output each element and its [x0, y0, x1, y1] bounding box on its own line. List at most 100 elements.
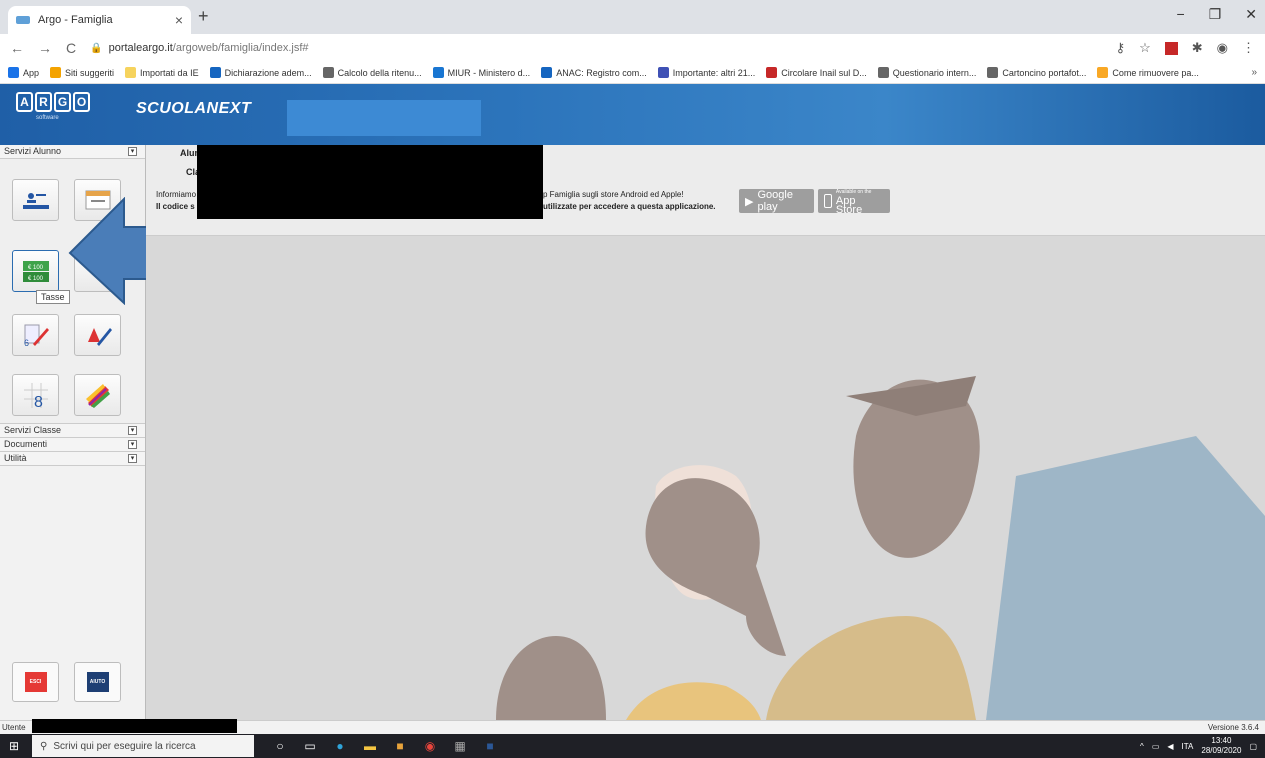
bookmark-icon [50, 67, 62, 78]
expand-icon[interactable]: ▾ [128, 426, 137, 435]
word-icon[interactable]: ■ [480, 736, 500, 756]
bookmark-label: MIUR - Ministero d... [447, 67, 531, 78]
orario-button[interactable]: 8 [12, 374, 59, 416]
pencil-grade-icon: 6 [24, 324, 49, 348]
network-icon[interactable]: ▭ [1152, 742, 1160, 751]
bottom-buttons: ESCI AIUTO [0, 662, 146, 702]
bookmark-item[interactable]: Circolare Inail sul D... [766, 67, 867, 78]
language-indicator[interactable]: ITA [1182, 742, 1194, 751]
bookmark-item[interactable]: Siti suggeriti [50, 67, 114, 78]
file-explorer-icon[interactable]: ▬ [360, 736, 380, 756]
menu-icon[interactable]: ⋮ [1242, 40, 1255, 56]
toolbar-icons: ⚷ ☆ ✱ ◉ ⋮ [1116, 40, 1255, 56]
family-illustration-icon [496, 376, 1265, 720]
bookmark-icon [432, 67, 444, 78]
redacted-area [197, 145, 543, 219]
money-icon: € 100 € 100 [22, 261, 49, 282]
close-window-button[interactable]: ✕ [1245, 6, 1257, 23]
tasse-button[interactable]: € 100 € 100 [12, 250, 59, 292]
note-button[interactable] [74, 314, 121, 356]
bookmark-icon [8, 67, 19, 78]
tab-close-icon[interactable]: × [175, 12, 183, 28]
tray-chevron-icon[interactable]: ^ [1140, 742, 1144, 751]
collapse-icon[interactable]: ▾ [128, 147, 137, 156]
bookmark-label: Importati da IE [140, 67, 199, 78]
bookmark-label: Siti suggeriti [65, 67, 115, 78]
grid-eight-icon: 8 [23, 383, 48, 409]
url-path: /argoweb/famiglia/index.jsf# [172, 42, 309, 54]
bookmark-label: Dichiarazione adem... [224, 67, 312, 78]
volume-icon[interactable]: ◀ [1167, 742, 1173, 751]
bookmark-item[interactable]: ANAC: Registro com... [541, 67, 647, 78]
section-utilita[interactable]: Utilità ▾ [0, 452, 145, 466]
profile-icon[interactable]: ◉ [1217, 40, 1228, 56]
expand-icon[interactable]: ▾ [128, 454, 137, 463]
aiuto-button[interactable]: AIUTO [74, 662, 121, 702]
bookmark-item[interactable]: Calcolo della ritenu... [322, 67, 422, 78]
bookmark-item[interactable]: Questionario intern... [877, 67, 977, 78]
search-icon: ⚲ [40, 740, 48, 752]
back-button[interactable]: ← [10, 40, 24, 56]
utente-label: Utente [2, 723, 26, 732]
cortana-icon[interactable]: ○ [270, 736, 290, 756]
tooltip: Tasse [36, 290, 70, 304]
bookmark-item[interactable]: Importante: altri 21... [657, 67, 755, 78]
bookmark-icon [877, 67, 889, 78]
voti-button[interactable]: 6 [12, 314, 59, 356]
windows-start-icon[interactable]: ⊞ [9, 739, 19, 753]
argo-favicon-icon [16, 16, 30, 24]
browser-tab[interactable]: Argo - Famiglia × [8, 6, 191, 34]
extensions-icon[interactable]: ✱ [1192, 40, 1203, 56]
google-play-badge[interactable]: ▶ Google play [739, 189, 814, 213]
lock-icon[interactable]: 🔒 [90, 43, 102, 54]
url-field[interactable]: portaleargo.it/argoweb/famiglia/index.js… [109, 42, 1116, 54]
window-controls: − ❐ ✕ [1177, 6, 1257, 23]
chrome-icon[interactable]: ◉ [420, 736, 440, 756]
anagrafe-button[interactable] [12, 179, 59, 221]
codice-text-start: Il codice s [156, 202, 195, 211]
notification-icon[interactable]: ▢ [1249, 742, 1257, 751]
google-play-label: Google play [757, 189, 793, 213]
bookmark-item[interactable]: Dichiarazione adem... [209, 67, 312, 78]
task-view-icon[interactable]: ▭ [300, 736, 320, 756]
key-icon[interactable]: ⚷ [1116, 40, 1126, 56]
taskbar-apps: ○ ▭ ● ▬ ■ ◉ ▦ ■ [270, 736, 500, 756]
bookmark-icon [125, 67, 137, 78]
app-header: A R G O software SCUOLANEXT [0, 84, 1265, 145]
bookmark-item[interactable]: App [8, 67, 39, 78]
reload-button[interactable]: C [66, 40, 76, 56]
section-label: Documenti [4, 439, 48, 449]
bookmark-item[interactable]: Come rimuovere pa... [1097, 67, 1199, 78]
forward-button[interactable]: → [38, 40, 52, 56]
taskbar-search[interactable]: ⚲ Scrivi qui per eseguire la ricerca [32, 735, 254, 757]
esci-button[interactable]: ESCI [12, 662, 59, 702]
outlook-icon[interactable]: ■ [390, 736, 410, 756]
bookmark-label: Questionario intern... [892, 67, 977, 78]
minimize-button[interactable]: − [1177, 6, 1185, 23]
phone-icon [824, 194, 832, 208]
bookmark-item[interactable]: MIUR - Ministero d... [432, 67, 531, 78]
section-servizi-classe[interactable]: Servizi Classe ▾ [0, 424, 145, 438]
bookmark-label: App [23, 67, 40, 78]
section-servizi-alunno[interactable]: Servizi Alunno ▾ [0, 145, 145, 159]
calculator-icon[interactable]: ▦ [450, 736, 470, 756]
esci-label: ESCI [24, 672, 47, 692]
bookmark-item[interactable]: Cartoncino portafot... [987, 67, 1086, 78]
edge-icon[interactable]: ● [330, 736, 350, 756]
section-documenti[interactable]: Documenti ▾ [0, 438, 145, 452]
new-tab-button[interactable]: + [198, 6, 209, 27]
bookmarks-more-button[interactable]: » [1251, 67, 1257, 78]
attivita-button[interactable] [74, 374, 121, 416]
student-info-bar: Alunno Classe Informiamo Il codice s p F… [146, 145, 1265, 236]
star-icon[interactable]: ☆ [1139, 40, 1151, 56]
maximize-button[interactable]: ❐ [1209, 6, 1222, 23]
app-store-badge[interactable]: Available on the App Store [818, 189, 890, 215]
clock[interactable]: 13:40 28/09/2020 [1201, 736, 1241, 756]
pdf-extension-icon[interactable] [1164, 41, 1178, 55]
header-box [287, 100, 481, 136]
bookmark-label: Cartoncino portafot... [1002, 67, 1087, 78]
logo-letter: R [35, 92, 52, 112]
bookmark-item[interactable]: Importati da IE [125, 67, 199, 78]
bookmark-label: Come rimuovere pa... [1112, 67, 1199, 78]
expand-icon[interactable]: ▾ [128, 440, 137, 449]
